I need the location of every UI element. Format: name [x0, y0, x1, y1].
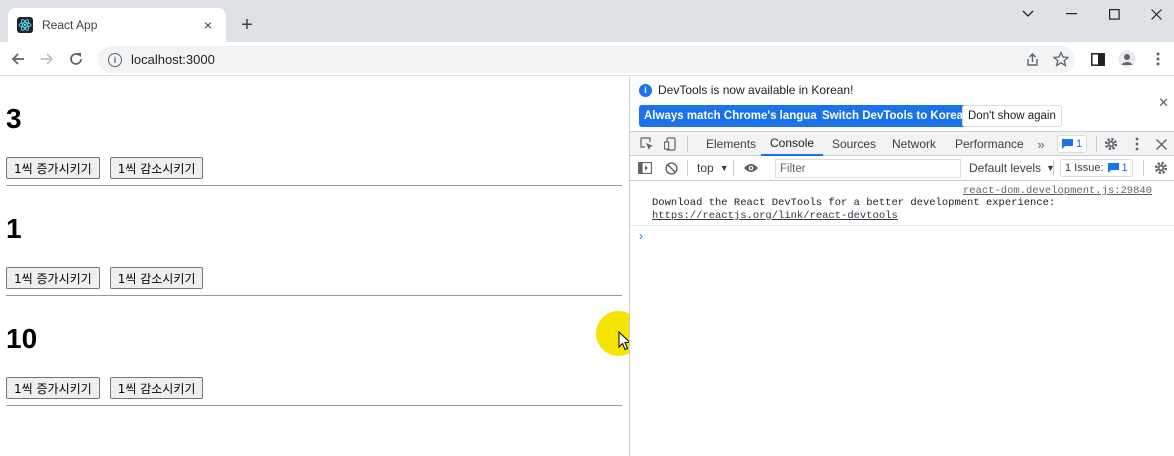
new-tab-button[interactable]: +: [236, 14, 258, 36]
inspect-element-icon[interactable]: [638, 135, 656, 153]
divider: [6, 295, 622, 296]
profile-avatar-icon[interactable]: [1117, 49, 1137, 69]
devtools-close-icon[interactable]: [1152, 135, 1170, 153]
increase-button[interactable]: 1씩 증가시키기: [6, 267, 100, 289]
sidebar-toggle-icon[interactable]: [636, 159, 654, 177]
forward-arrow-icon[interactable]: [37, 49, 57, 69]
address-bar[interactable]: i localhost:3000: [98, 46, 1075, 73]
device-toolbar-icon[interactable]: [662, 135, 680, 153]
context-selector-label: top: [697, 161, 714, 175]
tab-title: React App: [42, 18, 98, 32]
chrome-menu-icon[interactable]: [1148, 49, 1168, 69]
log-levels-label: Default levels: [969, 161, 1042, 175]
tab-network[interactable]: Network: [892, 132, 936, 156]
decrease-button[interactable]: 1씩 감소시키기: [109, 157, 204, 179]
console-filter-input[interactable]: Filter: [775, 159, 961, 178]
clear-console-icon[interactable]: [662, 159, 680, 177]
counter-block: 1 1씩 증가시키기 1씩 감소시키기: [6, 213, 622, 296]
console-toolbar: top ▼ Filter Default levels ▼ 1 Issue: 1: [630, 156, 1174, 181]
info-icon: i: [639, 83, 652, 97]
more-tabs-icon[interactable]: »: [1032, 135, 1050, 153]
switch-to-korean-button[interactable]: Switch DevTools to Korean: [817, 105, 976, 127]
context-selector[interactable]: top ▼: [697, 159, 729, 177]
live-expression-eye-icon[interactable]: [742, 159, 760, 177]
counter-block: 3 1씩 증가시키기 1씩 감소시키기: [6, 103, 622, 186]
tab-search-icon[interactable]: [1006, 0, 1050, 28]
share-icon[interactable]: [1022, 49, 1042, 69]
infobar-message: DevTools is now available in Korean!: [658, 83, 854, 97]
tab-elements[interactable]: Elements: [706, 132, 756, 156]
log-message: Download the React DevTools for a better…: [652, 197, 1152, 223]
settings-gear-icon[interactable]: [1102, 135, 1120, 153]
page-viewport: 3 1씩 증가시키기 1씩 감소시키기 1 1씩 증가시키기 1씩 감소시키기 …: [0, 77, 641, 456]
bookmark-star-icon[interactable]: [1051, 49, 1071, 69]
devtools-tabbar: Elements Console Sources Network Perform…: [630, 131, 1174, 156]
issues-counter-button[interactable]: 1 Issue: 1: [1060, 159, 1133, 177]
counter-value: 1: [6, 213, 22, 244]
tab-performance[interactable]: Performance: [955, 132, 1024, 156]
console-prompt-icon[interactable]: ›: [639, 229, 643, 243]
divider: [6, 185, 622, 186]
issues-counter-count: 1: [1121, 162, 1128, 174]
dropdown-arrow-icon: ▼: [719, 163, 729, 173]
counter-block: 10 1씩 증가시키기 1씩 감소시키기: [6, 323, 622, 406]
url-text: localhost:3000: [131, 52, 215, 67]
issues-badge-count: 1: [1076, 138, 1083, 150]
decrease-button[interactable]: 1씩 감소시키기: [109, 377, 204, 399]
increase-button[interactable]: 1씩 증가시키기: [6, 377, 100, 399]
tab-strip: React App × +: [0, 0, 1174, 42]
log-divider: [630, 225, 1174, 226]
counter-value: 3: [6, 103, 22, 134]
devtools-menu-icon[interactable]: [1128, 135, 1146, 153]
dont-show-again-button[interactable]: Don't show again: [962, 105, 1062, 127]
divider: [6, 405, 622, 406]
side-panel-icon[interactable]: [1088, 49, 1108, 69]
minimize-icon[interactable]: [1050, 0, 1094, 28]
log-source-link[interactable]: react-dom.development.js:29840: [963, 185, 1152, 197]
tab-close-icon[interactable]: ×: [200, 17, 216, 33]
console-settings-gear-icon[interactable]: [1152, 159, 1170, 177]
react-favicon-icon: [17, 17, 33, 33]
maximize-icon[interactable]: [1092, 0, 1136, 28]
back-arrow-icon[interactable]: [8, 49, 28, 69]
react-devtools-link[interactable]: https://reactjs.org/link/react-devtools: [652, 210, 898, 222]
window-close-icon[interactable]: [1134, 0, 1174, 28]
language-infobar: i DevTools is now available in Korean! A…: [630, 77, 1174, 129]
devtools-panel: i DevTools is now available in Korean! A…: [629, 77, 1174, 456]
tab-console[interactable]: Console: [761, 132, 824, 156]
increase-button[interactable]: 1씩 증가시키기: [6, 157, 100, 179]
issues-counter-label: 1 Issue:: [1065, 162, 1104, 174]
issues-badge[interactable]: 1: [1057, 135, 1088, 153]
match-language-button[interactable]: Always match Chrome's language: [639, 105, 836, 127]
browser-tab[interactable]: React App ×: [8, 8, 226, 42]
log-levels-dropdown[interactable]: Default levels ▼: [969, 159, 1055, 177]
browser-toolbar: i localhost:3000: [0, 42, 1174, 76]
counter-value: 10: [6, 323, 38, 354]
site-info-icon[interactable]: i: [108, 52, 122, 67]
log-message-text: Download the React DevTools for a better…: [652, 197, 1056, 209]
decrease-button[interactable]: 1씩 감소시키기: [109, 267, 204, 289]
infobar-close-icon[interactable]: ✕: [1158, 95, 1169, 111]
reload-icon[interactable]: [66, 49, 86, 69]
tab-sources[interactable]: Sources: [832, 132, 876, 156]
